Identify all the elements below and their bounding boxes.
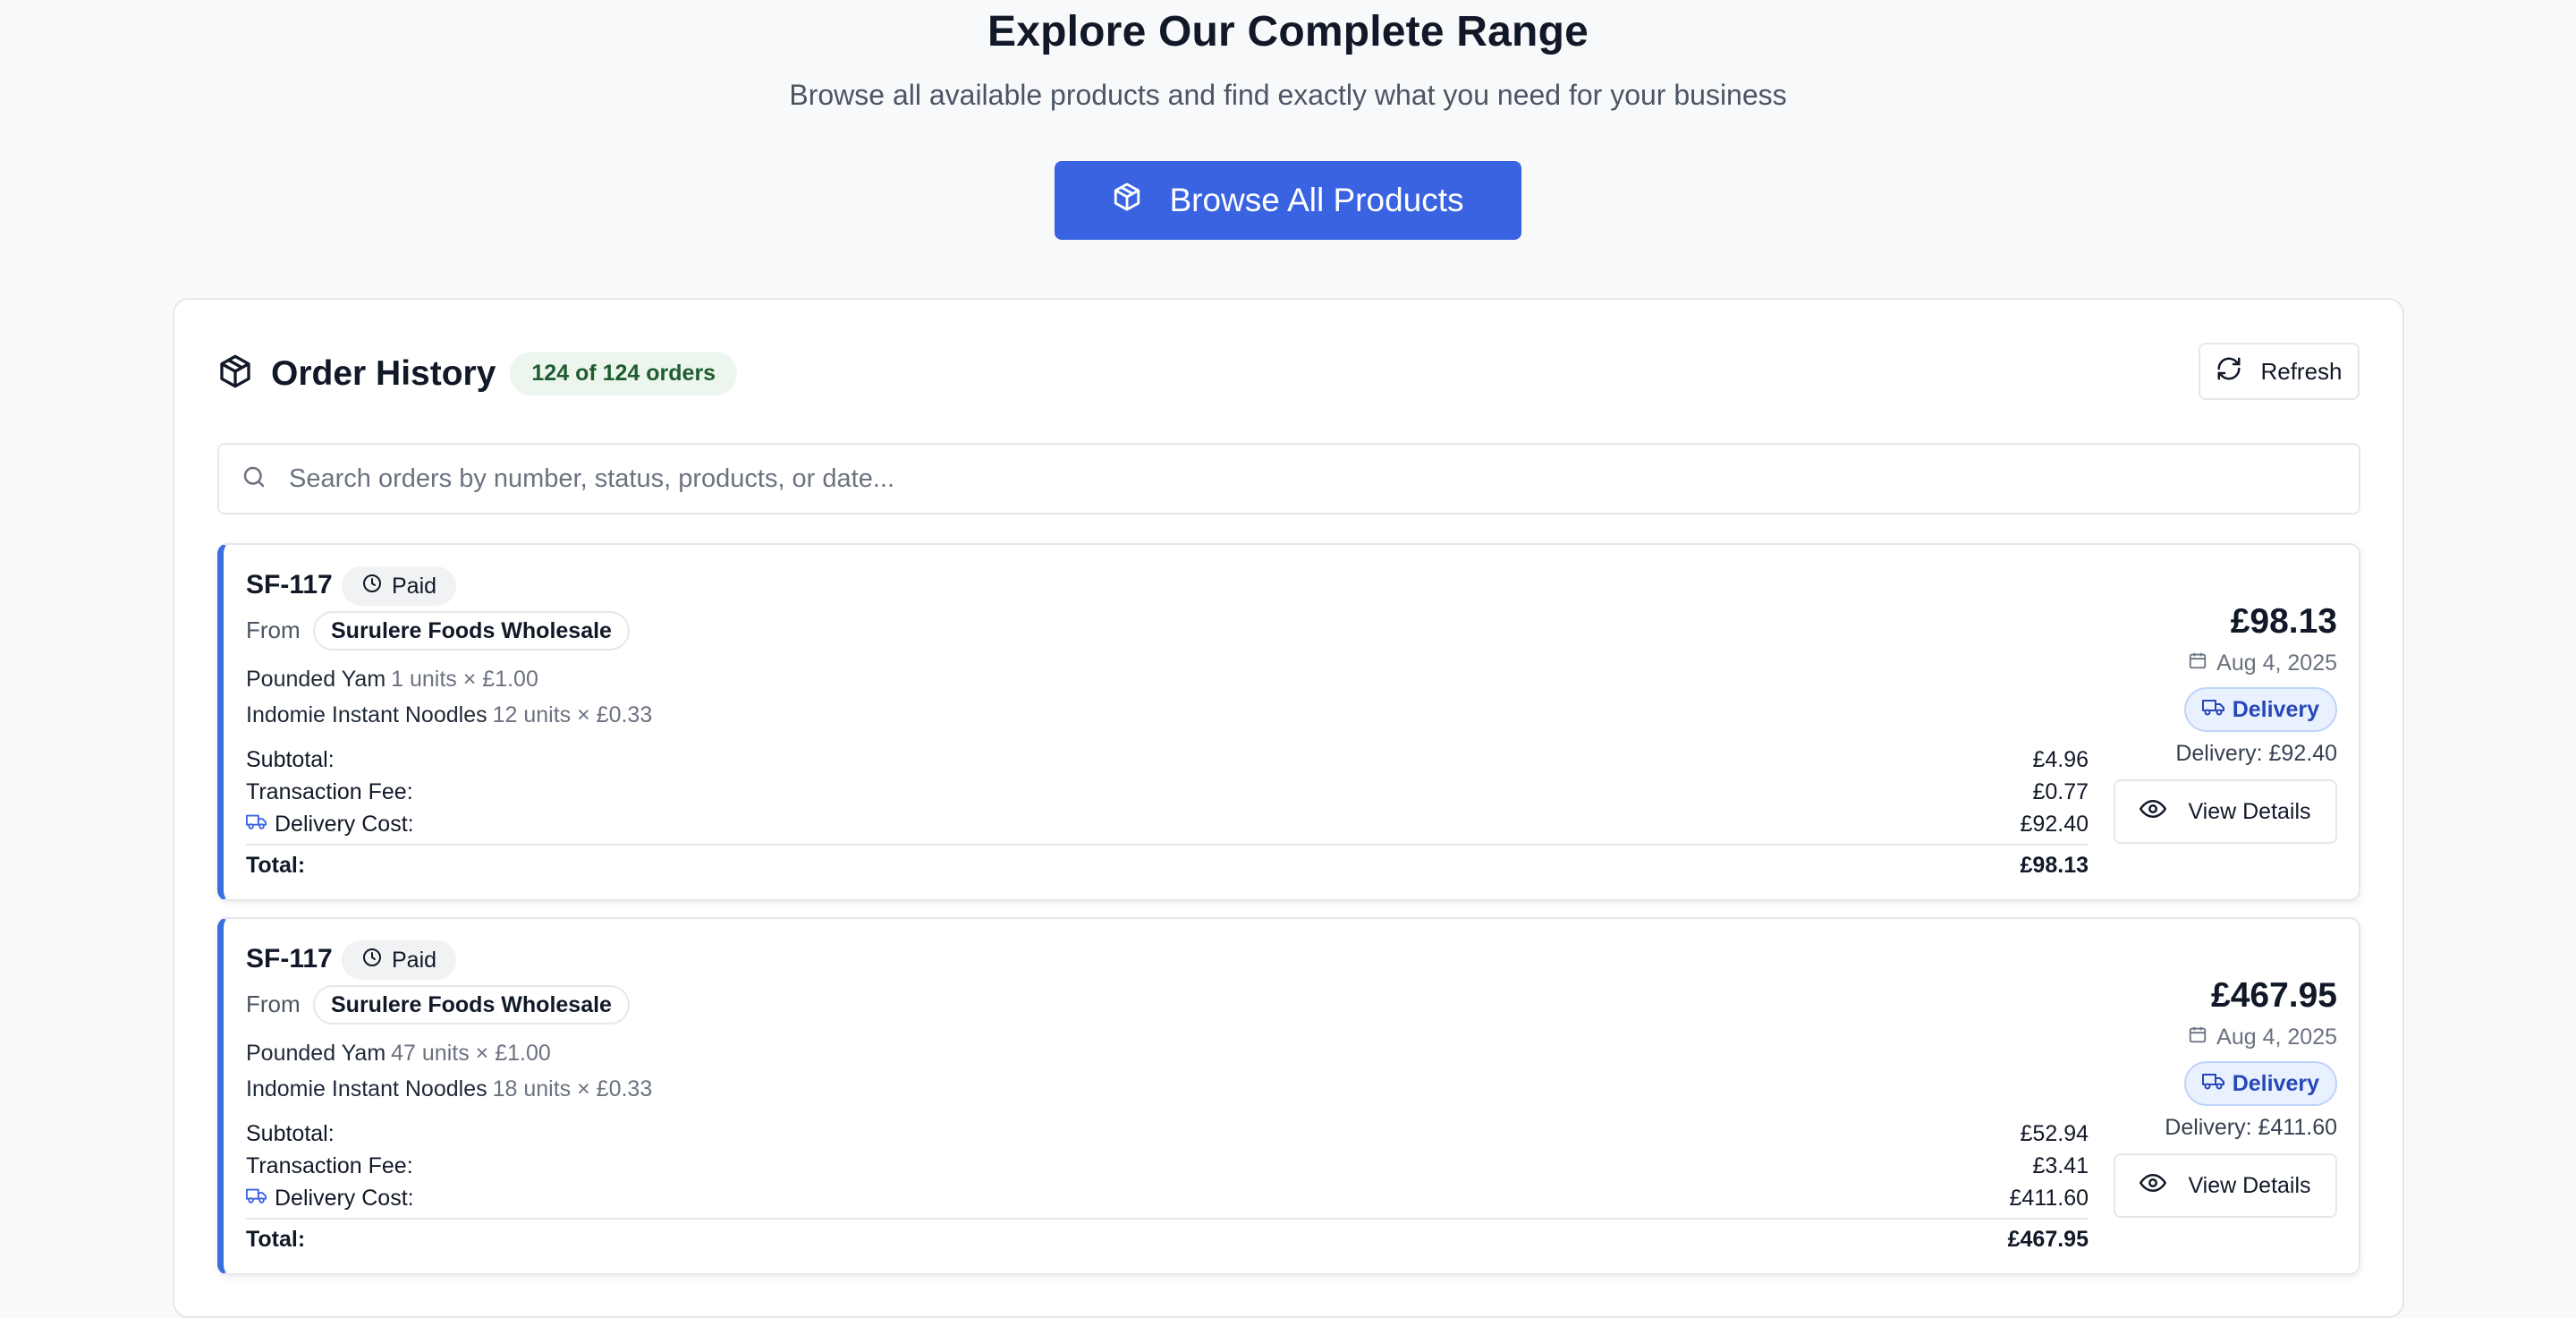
from-label: From — [246, 616, 301, 643]
item-name: Indomie Instant Noodles — [246, 702, 487, 727]
order-item: Indomie Instant Noodles 12 units × £0.33 — [246, 702, 652, 728]
package-icon — [217, 353, 271, 394]
truck-icon — [2201, 697, 2225, 723]
delivery-cost-label-wrap: Delivery Cost: — [246, 1186, 414, 1212]
order-date: Aug 4, 2025 — [2087, 1025, 2337, 1050]
vendor-badge: Surulere Foods Wholesale — [313, 985, 630, 1025]
delivery-method-badge: Delivery — [2183, 687, 2337, 732]
view-details-button[interactable]: View Details — [2114, 779, 2337, 844]
package-icon — [1112, 182, 1142, 220]
calendar-icon — [2188, 650, 2207, 676]
total-value: £467.95 — [2007, 1227, 2089, 1252]
transaction-fee-value: £3.41 — [2032, 1153, 2089, 1178]
subtotal-row: Subtotal: £4.96 — [246, 747, 2089, 773]
order-total: £98.13 — [2230, 602, 2337, 641]
transaction-fee-value: £0.77 — [2032, 779, 2089, 804]
status-badge: Paid — [342, 940, 457, 980]
hero-title: Explore Our Complete Range — [987, 8, 1589, 55]
order-item: Pounded Yam 47 units × £1.00 — [246, 1041, 551, 1067]
subtotal-label: Subtotal: — [246, 747, 335, 772]
delivery-cost-label: Delivery Cost: — [275, 1186, 414, 1211]
order-search-input[interactable] — [289, 463, 2359, 494]
subtotal-value: £4.96 — [2032, 747, 2089, 772]
from-label: From — [246, 991, 301, 1017]
transaction-fee-label: Transaction Fee: — [246, 779, 413, 804]
delivery-cost-label: Delivery Cost: — [275, 812, 414, 837]
order-item: Pounded Yam 1 units × £1.00 — [246, 667, 538, 693]
refresh-button[interactable]: Refresh — [2199, 343, 2360, 400]
total-row: Total: £98.13 — [246, 853, 2089, 879]
total-value: £98.13 — [2020, 853, 2089, 878]
total-label: Total: — [246, 1227, 306, 1252]
status-label: Paid — [392, 573, 437, 599]
order-item: Indomie Instant Noodles 18 units × £0.33 — [246, 1076, 652, 1102]
delivery-cost-value: £92.40 — [2020, 812, 2089, 837]
delivery-method-badge: Delivery — [2183, 1061, 2337, 1106]
delivery-cost-summary: Delivery: £411.60 — [2165, 1115, 2337, 1140]
vendor-badge: Surulere Foods Wholesale — [313, 611, 630, 650]
clock-icon — [361, 947, 383, 974]
refresh-icon — [2216, 355, 2242, 388]
summary-divider — [246, 1218, 2089, 1220]
item-quantity: 12 units × £0.33 — [492, 702, 653, 727]
status-badge: Paid — [342, 566, 457, 606]
truck-icon — [2201, 1071, 2225, 1097]
summary-divider — [246, 844, 2089, 846]
delivery-cost-label-wrap: Delivery Cost: — [246, 812, 414, 838]
truck-icon — [246, 1186, 267, 1212]
total-row: Total: £467.95 — [246, 1227, 2089, 1253]
transaction-fee-row: Transaction Fee: £0.77 — [246, 779, 2089, 805]
hero-subtitle: Browse all available products and find e… — [789, 79, 1787, 111]
item-name: Pounded Yam — [246, 667, 386, 692]
status-label: Paid — [392, 947, 437, 973]
order-id: SF-117 — [246, 944, 333, 974]
order-history-header: Order History 124 of 124 orders — [217, 352, 738, 395]
order-history-panel: Order History 124 of 124 orders Refresh … — [173, 298, 2404, 1318]
subtotal-row: Subtotal: £52.94 — [246, 1121, 2089, 1147]
clock-icon — [361, 573, 383, 600]
order-card: SF-117 Paid From Surulere Foods Wholesal… — [217, 917, 2360, 1275]
item-quantity: 18 units × £0.33 — [492, 1076, 653, 1101]
truck-icon — [246, 812, 267, 838]
total-label: Total: — [246, 853, 306, 878]
order-date: Aug 4, 2025 — [2087, 650, 2337, 676]
order-summary-column: £467.95 Aug 4, 2025 Delivery Delivery: £… — [2087, 976, 2337, 1218]
order-summary-column: £98.13 Aug 4, 2025 Delivery Delivery: £9… — [2087, 602, 2337, 844]
order-count-badge: 124 of 124 orders — [510, 352, 738, 395]
order-history-title: Order History — [271, 353, 496, 393]
search-icon — [219, 463, 289, 495]
item-name: Pounded Yam — [246, 1041, 386, 1066]
transaction-fee-label: Transaction Fee: — [246, 1153, 413, 1178]
refresh-label: Refresh — [2260, 357, 2343, 385]
delivery-cost-value: £411.60 — [2009, 1186, 2089, 1211]
item-quantity: 1 units × £1.00 — [391, 667, 538, 692]
order-date-text: Aug 4, 2025 — [2216, 650, 2337, 676]
subtotal-label: Subtotal: — [246, 1121, 335, 1146]
view-details-label: View Details — [2188, 798, 2311, 824]
order-id: SF-117 — [246, 570, 333, 599]
calendar-icon — [2188, 1025, 2207, 1050]
order-search-bar — [217, 443, 2360, 514]
order-card: SF-117 Paid From Surulere Foods Wholesal… — [217, 543, 2360, 901]
delivery-cost-row: Delivery Cost: £411.60 — [246, 1186, 2089, 1212]
order-total: £467.95 — [2211, 976, 2337, 1015]
eye-icon — [2140, 795, 2167, 829]
browse-all-products-button[interactable]: Browse All Products — [1055, 161, 1521, 240]
delivery-cost-row: Delivery Cost: £92.40 — [246, 812, 2089, 838]
item-name: Indomie Instant Noodles — [246, 1076, 487, 1101]
subtotal-value: £52.94 — [2020, 1121, 2089, 1146]
delivery-method-label: Delivery — [2232, 696, 2319, 722]
transaction-fee-row: Transaction Fee: £3.41 — [246, 1153, 2089, 1179]
view-details-button[interactable]: View Details — [2114, 1153, 2337, 1218]
item-quantity: 47 units × £1.00 — [391, 1041, 551, 1066]
order-date-text: Aug 4, 2025 — [2216, 1025, 2337, 1050]
delivery-method-label: Delivery — [2232, 1070, 2319, 1096]
browse-all-products-label: Browse All Products — [1169, 182, 1464, 218]
view-details-label: View Details — [2188, 1172, 2311, 1198]
eye-icon — [2140, 1169, 2167, 1203]
delivery-cost-summary: Delivery: £92.40 — [2175, 741, 2337, 766]
